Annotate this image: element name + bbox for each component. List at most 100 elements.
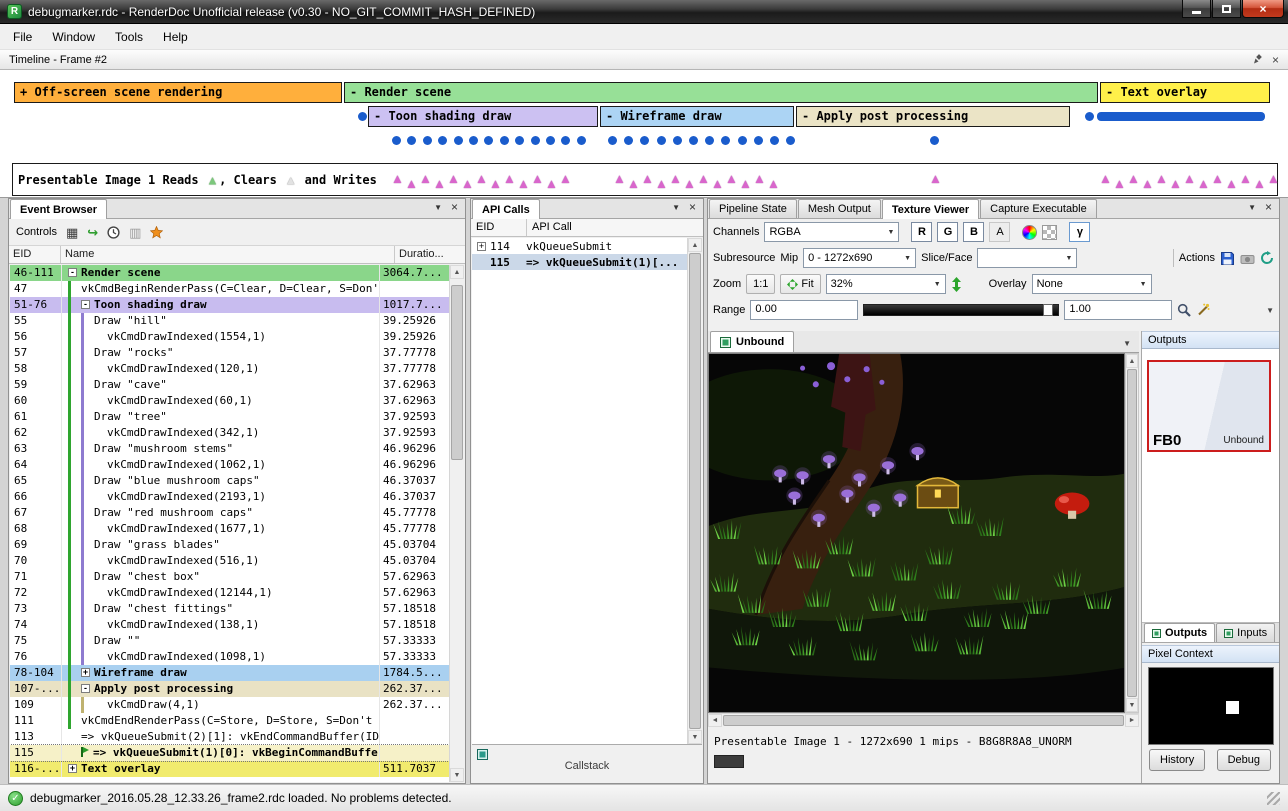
maximize-button[interactable] bbox=[1212, 0, 1241, 18]
range-slider-handle[interactable] bbox=[1043, 304, 1053, 316]
event-row-78-104[interactable]: 78-104+Wireframe draw1784.5... bbox=[10, 665, 449, 681]
channel-b-button[interactable]: B bbox=[963, 222, 984, 242]
panel-close-icon[interactable]: × bbox=[1265, 200, 1272, 214]
titlebar[interactable]: R debugmarker.rdc - RenderDoc Unofficial… bbox=[0, 0, 1288, 24]
tab-inputs[interactable]: Inputs bbox=[1216, 623, 1275, 642]
toolbar-overflow-icon[interactable]: ▼ bbox=[1266, 306, 1274, 315]
api-row-114[interactable]: +114vkQueueSubmit bbox=[472, 238, 687, 254]
write-marker-triangle[interactable]: ▲ bbox=[503, 172, 517, 185]
event-row-75[interactable]: 75Draw ""57.33333 bbox=[10, 633, 449, 649]
channel-g-button[interactable]: G bbox=[937, 222, 958, 242]
color-wheel-icon[interactable] bbox=[1022, 225, 1037, 240]
panel-menu-icon[interactable]: ▼ bbox=[1248, 203, 1256, 212]
refresh-icon[interactable] bbox=[1260, 251, 1274, 265]
write-marker-triangle[interactable]: ▲ bbox=[627, 177, 641, 190]
event-row-107-...[interactable]: 107-...-Apply post processing262.37... bbox=[10, 681, 449, 697]
write-marker-triangle[interactable]: ▲ bbox=[1267, 172, 1281, 185]
bookmark-icon[interactable] bbox=[150, 226, 163, 239]
goto-eid-icon[interactable]: ↪ bbox=[87, 226, 98, 239]
write-marker-triangle[interactable]: ▲ bbox=[433, 177, 447, 190]
timeline-close-icon[interactable]: × bbox=[1272, 53, 1279, 67]
write-marker-triangle[interactable]: ▲ bbox=[1183, 172, 1197, 185]
timeline-event-dot[interactable] bbox=[358, 112, 367, 121]
save-icon[interactable] bbox=[1220, 251, 1235, 266]
timeline-event-dot[interactable] bbox=[454, 136, 463, 145]
write-marker-triangle[interactable]: ▲ bbox=[1225, 177, 1239, 190]
timeline-event-dot[interactable] bbox=[531, 136, 540, 145]
timeline-bar-toon[interactable]: - Toon shading draw bbox=[368, 106, 598, 127]
write-marker-triangle[interactable]: ▲ bbox=[1099, 172, 1113, 185]
channels-combo[interactable]: RGBA▼ bbox=[764, 222, 899, 242]
checkerboard-icon[interactable] bbox=[1042, 225, 1057, 240]
range-slider[interactable] bbox=[863, 304, 1059, 316]
timeline-dock-header[interactable]: Timeline - Frame #2 × bbox=[0, 50, 1288, 70]
panel-menu-icon[interactable]: ▼ bbox=[434, 203, 442, 212]
event-row-66[interactable]: 66vkCmdDrawIndexed(2193,1)46.37037 bbox=[10, 489, 449, 505]
write-marker-triangle[interactable]: ▲ bbox=[1211, 172, 1225, 185]
write-marker-triangle[interactable]: ▲ bbox=[391, 172, 405, 185]
event-row-73[interactable]: 73Draw "chest fittings"57.18518 bbox=[10, 601, 449, 617]
panel-menu-icon[interactable]: ▼ bbox=[672, 203, 680, 212]
write-marker-triangle[interactable]: ▲ bbox=[517, 177, 531, 190]
event-row-116-...[interactable]: 116-...+Text overlay511.7037 bbox=[10, 761, 449, 777]
gamma-button[interactable]: γ bbox=[1069, 222, 1090, 242]
event-row-64[interactable]: 64vkCmdDrawIndexed(1062,1)46.96296 bbox=[10, 457, 449, 473]
texture-tab-unbound[interactable]: Unbound bbox=[710, 331, 794, 352]
event-row-51-76[interactable]: 51-76-Toon shading draw1017.7... bbox=[10, 297, 449, 313]
event-row-63[interactable]: 63Draw "mushroom stems"46.96296 bbox=[10, 441, 449, 457]
write-marker-triangle[interactable]: ▲ bbox=[613, 172, 627, 185]
zoom-combo[interactable]: 32%▼ bbox=[826, 274, 946, 294]
event-row-59[interactable]: 59Draw "cave"37.62963 bbox=[10, 377, 449, 393]
write-marker-cluster[interactable]: ▲▲▲▲▲▲▲▲▲▲▲▲▲ bbox=[1099, 172, 1281, 185]
close-button[interactable]: × bbox=[1242, 0, 1284, 18]
event-row-74[interactable]: 74vkCmdDrawIndexed(138,1)57.18518 bbox=[10, 617, 449, 633]
write-marker-triangle[interactable]: ▲ bbox=[405, 177, 419, 190]
timeline-event-dot[interactable] bbox=[624, 136, 633, 145]
write-marker-triangle[interactable]: ▲ bbox=[669, 172, 683, 185]
event-row-56[interactable]: 56vkCmdDrawIndexed(1554,1)39.25926 bbox=[10, 329, 449, 345]
write-marker-triangle[interactable]: ▲ bbox=[1253, 177, 1267, 190]
write-marker-triangle[interactable]: ▲ bbox=[461, 177, 475, 190]
event-row-71[interactable]: 71Draw "chest box"57.62963 bbox=[10, 569, 449, 585]
timeline-event-dot[interactable] bbox=[640, 136, 649, 145]
mip-combo[interactable]: 0 - 1272x690▼ bbox=[803, 248, 916, 268]
event-row-61[interactable]: 61Draw "tree"37.92593 bbox=[10, 409, 449, 425]
tab-mesh-output[interactable]: Mesh Output bbox=[798, 199, 881, 218]
timeline-bar-render-scene[interactable]: - Render scene bbox=[344, 82, 1098, 103]
menu-help[interactable]: Help bbox=[153, 24, 198, 49]
zoom-range-icon[interactable] bbox=[1177, 303, 1191, 317]
menu-window[interactable]: Window bbox=[42, 24, 105, 49]
pin-icon[interactable] bbox=[1252, 54, 1263, 65]
timeline-event-dot[interactable] bbox=[1085, 112, 1094, 121]
write-marker-cluster[interactable]: ▲▲▲▲▲▲▲▲▲▲▲▲▲ bbox=[391, 172, 573, 185]
write-marker-triangle[interactable]: ▲ bbox=[1155, 172, 1169, 185]
timeline-event-dot[interactable] bbox=[546, 136, 555, 145]
autofit-wand-icon[interactable] bbox=[1196, 303, 1210, 317]
fb0-thumbnail[interactable]: FB0 Unbound bbox=[1147, 360, 1271, 452]
panel-close-icon[interactable]: × bbox=[689, 200, 696, 214]
event-row-68[interactable]: 68vkCmdDrawIndexed(1677,1)45.77778 bbox=[10, 521, 449, 537]
texture-display[interactable] bbox=[708, 353, 1125, 713]
write-marker-triangle[interactable]: ▲ bbox=[531, 172, 545, 185]
write-marker-triangle[interactable]: ▲ bbox=[1127, 172, 1141, 185]
timeline-event-dot[interactable] bbox=[689, 136, 698, 145]
event-row-58[interactable]: 58vkCmdDrawIndexed(120,1)37.77778 bbox=[10, 361, 449, 377]
timeline-event-dot[interactable] bbox=[608, 136, 617, 145]
event-row-69[interactable]: 69Draw "grass blades"45.03704 bbox=[10, 537, 449, 553]
expander-minus[interactable]: - bbox=[81, 684, 90, 693]
tab-pipeline-state[interactable]: Pipeline State bbox=[709, 199, 797, 218]
event-row-47[interactable]: 47vkCmdBeginRenderPass(C=Clear, D=Clear,… bbox=[10, 281, 449, 297]
write-marker-triangle[interactable]: ▲ bbox=[559, 172, 573, 185]
write-marker-triangle[interactable]: ▲ bbox=[711, 177, 725, 190]
zoom-fit-button[interactable]: Fit bbox=[780, 274, 820, 294]
expander-plus[interactable]: + bbox=[477, 242, 486, 251]
timeline-event-dot[interactable] bbox=[561, 136, 570, 145]
stats-grid-icon[interactable]: ▦ bbox=[66, 226, 78, 239]
event-row-60[interactable]: 60vkCmdDrawIndexed(60,1)37.62963 bbox=[10, 393, 449, 409]
time-durations-icon[interactable] bbox=[107, 226, 120, 239]
write-marker-cluster[interactable]: ▲▲▲▲▲▲▲▲▲▲▲▲ bbox=[613, 172, 781, 185]
timeline-event-dot[interactable] bbox=[515, 136, 524, 145]
event-row-111[interactable]: 111vkCmdEndRenderPass(C=Store, D=Store, … bbox=[10, 713, 449, 729]
event-row-46-111[interactable]: 46-111-Render scene3064.7... bbox=[10, 265, 449, 281]
timeline-event-dot[interactable] bbox=[786, 136, 795, 145]
